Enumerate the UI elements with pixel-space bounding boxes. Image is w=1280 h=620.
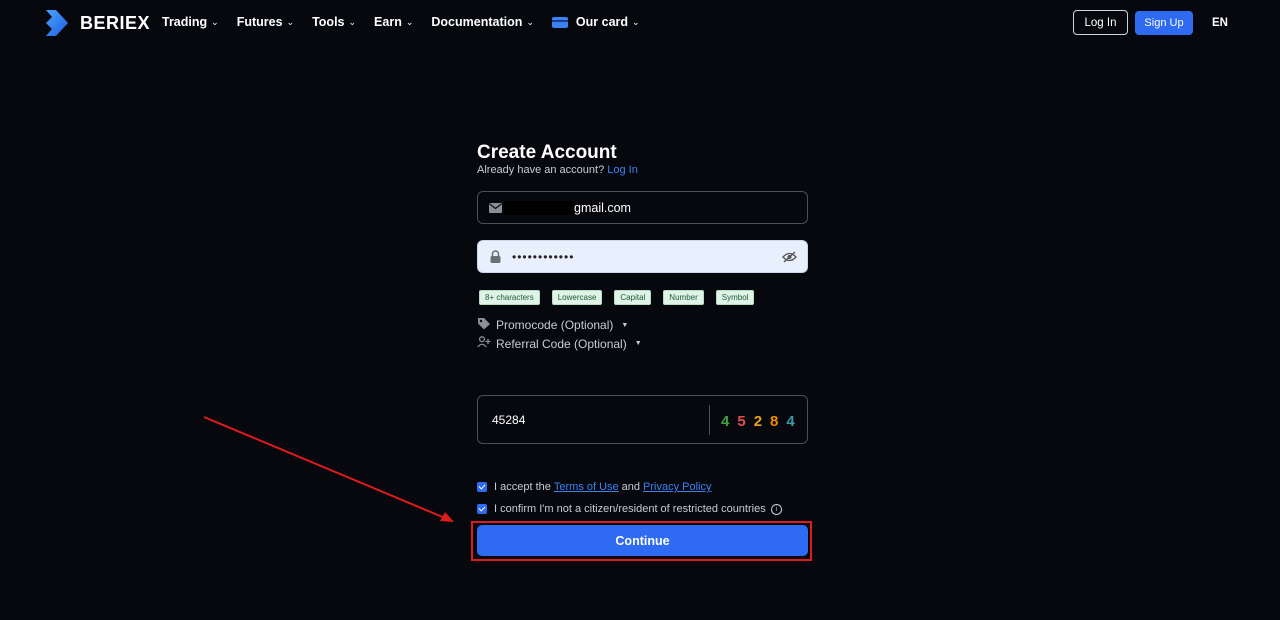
- captcha-image[interactable]: 45284: [721, 413, 803, 430]
- promocode-label: Promocode (Optional): [496, 318, 614, 332]
- login-prompt-text: Already have an account?: [477, 164, 605, 176]
- chevron-down-icon: ⌄: [526, 16, 534, 27]
- nav-label: Tools: [312, 15, 345, 29]
- continue-button[interactable]: Continue: [477, 525, 808, 556]
- terms-prefix: I accept the: [494, 481, 551, 493]
- nav-label: Earn: [374, 15, 402, 29]
- captcha-field[interactable]: 45284 45284: [477, 395, 808, 444]
- nav-label: Our card: [575, 15, 629, 29]
- terms-of-use-link[interactable]: Terms of Use: [554, 481, 619, 493]
- eye-off-icon[interactable]: [782, 250, 797, 268]
- brand-name: BERIEX: [80, 12, 151, 33]
- beriex-logo-icon: [46, 10, 68, 36]
- redacted-email-mask: [504, 200, 574, 215]
- header-login-button[interactable]: Log In: [1073, 10, 1128, 35]
- password-requirements: 8+ characters Lowercase Capital Number S…: [479, 290, 766, 305]
- citizen-checkbox[interactable]: [477, 504, 487, 514]
- requirement-badge: Number: [663, 290, 704, 305]
- chevron-down-icon: ⌄: [405, 16, 414, 27]
- promocode-toggle[interactable]: Promocode (Optional) ▼: [477, 317, 628, 333]
- captcha-digit: 2: [753, 413, 763, 430]
- language-selector[interactable]: EN: [1212, 17, 1228, 29]
- top-navigation-bar: BERIEX Trading ⌄ Futures ⌄ Tools ⌄ Earn ⌄ Do…: [0, 0, 1280, 46]
- chevron-down-icon: ⌄: [286, 16, 295, 27]
- referral-label: Referral Code (Optional): [496, 336, 627, 351]
- header-signup-button[interactable]: Sign Up: [1135, 11, 1193, 35]
- caret-down-icon: ▼: [634, 340, 642, 347]
- login-link[interactable]: Log In: [607, 164, 638, 176]
- citizen-text: I confirm I'm not a citizen/resident of …: [494, 503, 766, 515]
- page-title: Create Account: [477, 142, 617, 163]
- nav-trading[interactable]: Trading ⌄: [162, 15, 219, 29]
- chevron-down-icon: ⌄: [211, 16, 219, 27]
- citizen-checkbox-row[interactable]: I confirm I'm not a citizen/resident of …: [477, 503, 782, 515]
- nav-tools[interactable]: Tools ⌄: [312, 15, 356, 29]
- privacy-policy-link[interactable]: Privacy Policy: [643, 481, 711, 493]
- info-icon[interactable]: i: [770, 503, 782, 515]
- email-value: gmail.com: [574, 200, 631, 215]
- brand-logo[interactable]: BERIEX: [44, 8, 150, 38]
- login-prompt: Already have an account? Log In: [477, 164, 638, 176]
- password-value: ••••••••••••: [512, 249, 575, 264]
- caret-down-icon: ▼: [621, 321, 629, 329]
- chevron-down-icon: ⌄: [348, 16, 357, 27]
- nav-label: Futures: [236, 15, 283, 29]
- email-field[interactable]: gmail.com: [477, 191, 808, 224]
- captcha-digit: 5: [737, 413, 746, 430]
- captcha-digit: 4: [721, 413, 730, 430]
- captcha-digit: 4: [786, 413, 795, 430]
- lock-icon: [488, 250, 502, 264]
- credit-card-icon: [551, 16, 568, 28]
- main-nav: Trading ⌄ Futures ⌄ Tools ⌄ Earn ⌄ Documenta…: [162, 15, 658, 29]
- captcha-divider: [709, 405, 710, 435]
- nav-our-card[interactable]: Our card ⌄: [551, 15, 640, 29]
- add-user-icon: [477, 336, 491, 351]
- terms-and: and: [621, 481, 641, 493]
- nav-futures[interactable]: Futures ⌄: [237, 15, 294, 29]
- terms-checkbox-row[interactable]: I accept the Terms of Use and Privacy Po…: [477, 481, 715, 493]
- chevron-down-icon: ⌄: [632, 16, 640, 27]
- tag-icon: [477, 317, 491, 333]
- nav-label: Trading: [162, 15, 208, 29]
- nav-label: Documentation: [431, 15, 523, 29]
- captcha-input-value: 45284: [492, 413, 526, 427]
- mail-icon: [488, 201, 502, 215]
- requirement-badge: Capital: [614, 290, 652, 305]
- nav-documentation[interactable]: Documentation ⌄: [431, 15, 534, 29]
- requirement-badge: Symbol: [715, 290, 755, 305]
- nav-earn[interactable]: Earn ⌄: [374, 15, 413, 29]
- referral-code-toggle[interactable]: Referral Code (Optional) ▼: [477, 336, 642, 351]
- requirement-badge: 8+ characters: [479, 290, 540, 305]
- captcha-digit: 8: [770, 413, 779, 430]
- requirement-badge: Lowercase: [551, 290, 603, 305]
- password-field[interactable]: ••••••••••••: [477, 240, 808, 273]
- terms-checkbox[interactable]: [477, 482, 487, 492]
